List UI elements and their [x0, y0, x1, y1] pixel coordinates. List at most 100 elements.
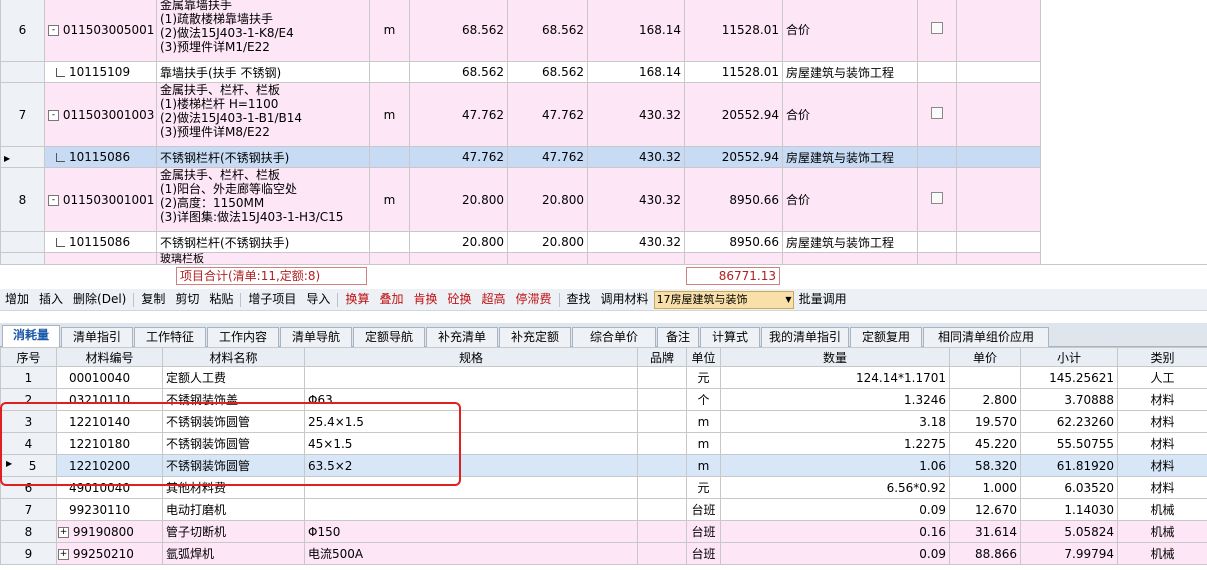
category[interactable]: 人工: [1117, 366, 1207, 389]
brand[interactable]: [637, 432, 687, 455]
tab-9[interactable]: 备注: [657, 327, 699, 347]
tab-7[interactable]: 补充定额: [499, 327, 571, 347]
row-checkbox[interactable]: [931, 22, 943, 34]
tab-8[interactable]: 综合单价: [572, 327, 656, 347]
material-code[interactable]: + 99190800: [56, 520, 163, 543]
unit[interactable]: 个: [686, 388, 721, 411]
unit-price[interactable]: 12.670: [949, 498, 1021, 521]
toolbar-button-5[interactable]: 粘贴: [204, 289, 238, 310]
subtotal[interactable]: 5.05824: [1020, 520, 1118, 543]
expand-icon[interactable]: +: [58, 526, 69, 538]
chevron-down-icon[interactable]: ▼: [785, 292, 791, 308]
category[interactable]: 材料: [1117, 432, 1207, 455]
quantity[interactable]: 0.09: [720, 542, 950, 565]
spec[interactable]: [304, 366, 638, 389]
category[interactable]: 机械: [1117, 542, 1207, 565]
brand[interactable]: [637, 542, 687, 565]
row-checkbox[interactable]: [931, 192, 943, 204]
toolbar-button-13[interactable]: 停滞费: [511, 289, 557, 310]
category[interactable]: 机械: [1117, 520, 1207, 543]
column-header[interactable]: 材料名称: [162, 347, 305, 367]
spec[interactable]: [304, 498, 638, 521]
unit[interactable]: 台班: [686, 542, 721, 565]
quantity[interactable]: 3.18: [720, 410, 950, 433]
toolbar-button-12[interactable]: 超高: [477, 289, 511, 310]
quantity[interactable]: 0.16: [720, 520, 950, 543]
brand[interactable]: [637, 388, 687, 411]
column-header[interactable]: 单价: [949, 347, 1021, 367]
tab-5[interactable]: 定额导航: [353, 327, 425, 347]
material-row[interactable]: 9 + 99250210 氩弧焊机 电流500A 台班 0.09 88.866 7.99794…: [0, 542, 1207, 565]
category[interactable]: 材料: [1117, 388, 1207, 411]
material-row[interactable]: 7 99230110 电动打磨机 台班 0.09 12.670 1.14030 机械: [0, 498, 1207, 521]
spec[interactable]: Φ150: [304, 520, 638, 543]
toolbar-button-2[interactable]: 删除(Del): [68, 289, 131, 310]
unit[interactable]: m: [686, 410, 721, 433]
toolbar-button-1[interactable]: 插入: [34, 289, 68, 310]
unit[interactable]: 元: [686, 366, 721, 389]
brand[interactable]: [637, 410, 687, 433]
tab-1[interactable]: 清单指引: [61, 327, 133, 347]
category[interactable]: 材料: [1117, 410, 1207, 433]
subtotal[interactable]: 145.25621: [1020, 366, 1118, 389]
quantity[interactable]: 6.56*0.92: [720, 476, 950, 499]
unit-price[interactable]: 31.614: [949, 520, 1021, 543]
material-name[interactable]: 定额人工费: [162, 366, 305, 389]
unit-price[interactable]: 19.570: [949, 410, 1021, 433]
unit-price[interactable]: 58.320: [949, 454, 1021, 477]
subtotal[interactable]: 62.23260: [1020, 410, 1118, 433]
quantity[interactable]: 1.06: [720, 454, 950, 477]
category[interactable]: 材料: [1117, 454, 1207, 477]
tab-4[interactable]: 清单导航: [280, 327, 352, 347]
category[interactable]: 机械: [1117, 498, 1207, 521]
toolbar-button-4[interactable]: 剪切: [170, 289, 204, 310]
unit-price[interactable]: [949, 366, 1021, 389]
quota-row[interactable]: 10115109 靠墙扶手(扶手 不锈钢) 68.562 68.562 168.14 11…: [0, 61, 1041, 83]
quantity[interactable]: 1.2275: [720, 432, 950, 455]
tab-0[interactable]: 消耗量: [2, 325, 60, 348]
material-code[interactable]: 99230110: [56, 498, 163, 521]
tab-3[interactable]: 工作内容: [207, 327, 279, 347]
subtotal[interactable]: 6.03520: [1020, 476, 1118, 499]
subtotal[interactable]: 61.81920: [1020, 454, 1118, 477]
bill-row[interactable]: 6- 011503005001 金属靠墙扶手 (1)疏散楼梯靠墙扶手 (2)做法15J…: [0, 0, 1041, 62]
bill-row[interactable]: 8- 011503001001 金属扶手、栏杆、栏板 (1)阳台、外走廊等临空处 (2…: [0, 167, 1041, 232]
unit[interactable]: 台班: [686, 498, 721, 521]
collapse-icon[interactable]: -: [48, 194, 59, 206]
toolbar-button-3[interactable]: 复制: [136, 289, 170, 310]
subtotal[interactable]: 3.70888: [1020, 388, 1118, 411]
toolbar-button-8[interactable]: 换算: [340, 289, 374, 310]
brand[interactable]: [637, 454, 687, 477]
quantity[interactable]: 0.09: [720, 498, 950, 521]
subtotal[interactable]: 1.14030: [1020, 498, 1118, 521]
toolbar-button-7[interactable]: 导入: [301, 289, 335, 310]
toolbar-button-15[interactable]: 调用材料: [596, 289, 654, 310]
quantity[interactable]: 124.14*1.1701: [720, 366, 950, 389]
material-code[interactable]: + 99250210: [56, 542, 163, 565]
batch-call-button[interactable]: 批量调用: [794, 289, 852, 310]
material-name[interactable]: 电动打磨机: [162, 498, 305, 521]
brand[interactable]: [637, 476, 687, 499]
toolbar-button-14[interactable]: 查找: [562, 289, 596, 310]
column-header[interactable]: 材料编号: [56, 347, 163, 367]
unit-price[interactable]: 88.866: [949, 542, 1021, 565]
quota-row[interactable]: 10115086 不锈钢栏杆(不锈钢扶手) 20.800 20.800 430.32 89…: [0, 231, 1041, 253]
tab-6[interactable]: 补充清单: [426, 327, 498, 347]
toolbar-button-11[interactable]: 砼换: [442, 289, 476, 310]
tab-13[interactable]: 相同清单组价应用: [923, 327, 1049, 347]
subtotal[interactable]: 55.50755: [1020, 432, 1118, 455]
unit[interactable]: m: [686, 454, 721, 477]
brand[interactable]: [637, 366, 687, 389]
quantity[interactable]: 1.3246: [720, 388, 950, 411]
material-code[interactable]: 00010040: [56, 366, 163, 389]
tab-2[interactable]: 工作特征: [134, 327, 206, 347]
material-name[interactable]: 管子切断机: [162, 520, 305, 543]
column-header[interactable]: 序号: [0, 347, 57, 367]
spec[interactable]: 电流500A: [304, 542, 638, 565]
unit[interactable]: m: [686, 432, 721, 455]
collapse-icon[interactable]: -: [48, 24, 59, 36]
toolbar-button-10[interactable]: 肯换: [408, 289, 442, 310]
unit-price[interactable]: 1.000: [949, 476, 1021, 499]
collapse-icon[interactable]: -: [48, 109, 59, 121]
quota-row[interactable]: ▶ 10115086 不锈钢栏杆(不锈钢扶手) 47.762 47.762 430.32 2…: [0, 146, 1041, 168]
